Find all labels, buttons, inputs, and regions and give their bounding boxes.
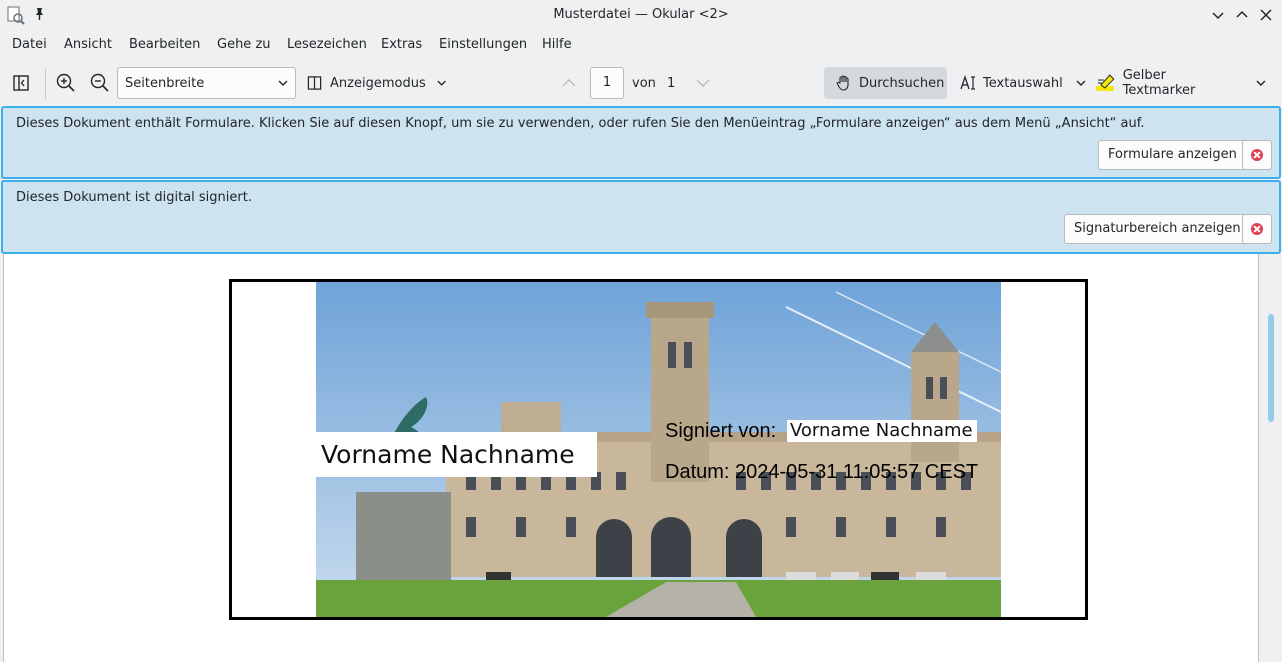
chevron-down-icon (437, 80, 446, 86)
highlighter-icon (1095, 74, 1115, 91)
forms-banner-message: Dieses Dokument enthält Formulare. Klick… (16, 116, 1145, 131)
page-of-label: von (632, 75, 656, 91)
zoom-in-button[interactable] (56, 67, 80, 99)
menu-extras[interactable]: Extras (381, 37, 422, 52)
menu-datei[interactable]: Datei (12, 37, 47, 52)
zoom-out-icon (90, 73, 109, 92)
name-form-field[interactable]: Vorname Nachname (316, 432, 597, 477)
sidebar-icon (13, 75, 29, 91)
menu-gehe-zu[interactable]: Gehe zu (217, 37, 271, 52)
zoom-mode-value: Seitenbreite (125, 75, 205, 91)
close-window-icon[interactable] (1257, 6, 1275, 24)
view-mode-button[interactable]: Anzeigemodus (307, 67, 447, 99)
zoom-in-icon (56, 73, 75, 92)
menu-hilfe[interactable]: Hilfe (542, 37, 572, 52)
signature-banner: Dieses Dokument ist digital signiert. Si… (1, 180, 1281, 254)
text-select-button[interactable]: Textauswahl (959, 67, 1087, 99)
scrollbar-thumb[interactable] (1268, 314, 1274, 422)
title-bar: Musterdatei — Okular <2> (0, 0, 1282, 30)
text-select-label: Textauswahl (983, 75, 1063, 91)
chevron-down-icon (278, 80, 288, 86)
show-signatures-button[interactable]: Signaturbereich anzeigen (1064, 214, 1251, 244)
highlighter-label: Gelber Textmarker (1122, 68, 1196, 98)
maximize-icon[interactable] (1233, 6, 1251, 24)
zoom-out-button[interactable] (90, 67, 114, 99)
close-icon (1251, 223, 1263, 235)
signer-name-field[interactable]: Vorname Nachname (787, 420, 977, 442)
text-select-icon (960, 74, 975, 90)
next-page-button[interactable] (694, 67, 714, 99)
hand-icon (836, 75, 849, 91)
zoom-mode-select[interactable]: Seitenbreite (117, 67, 296, 99)
show-forms-button[interactable]: Formulare anzeigen (1098, 140, 1247, 170)
page-number-input[interactable]: 1 (590, 67, 624, 99)
highlighter-button[interactable]: Gelber Textmarker (1095, 67, 1267, 99)
sidebar-toggle-button[interactable] (12, 67, 36, 99)
toolbar-separator (45, 68, 46, 100)
chevron-down-icon (1256, 80, 1266, 86)
vertical-scrollbar[interactable] (1258, 254, 1282, 662)
menu-bearbeiten[interactable]: Bearbeiten (129, 37, 200, 52)
browse-tool-label: Durchsuchen (859, 75, 945, 91)
chevron-down-icon (696, 79, 710, 87)
menu-lesezeichen[interactable]: Lesezeichen (287, 37, 367, 52)
menu-bar: Datei Ansicht Bearbeiten Gehe zu Lesezei… (0, 31, 1282, 59)
signature-date-line: Datum: 2024-05-31 11:05:57 CEST (665, 461, 979, 483)
signed-by-label: Signiert von: (665, 420, 777, 442)
view-mode-icon (307, 76, 322, 90)
close-icon (1251, 149, 1263, 161)
chevron-down-icon (1076, 80, 1086, 86)
menu-einstellungen[interactable]: Einstellungen (439, 37, 527, 52)
minimize-icon[interactable] (1209, 6, 1227, 24)
browse-tool-button[interactable]: Durchsuchen (824, 67, 947, 99)
previous-page-button[interactable] (560, 67, 580, 99)
close-signature-banner-button[interactable] (1242, 214, 1272, 244)
chevron-up-icon (562, 79, 576, 87)
menu-ansicht[interactable]: Ansicht (64, 37, 112, 52)
close-forms-banner-button[interactable] (1242, 140, 1272, 170)
window-title: Musterdatei — Okular <2> (553, 7, 729, 22)
total-pages-label: 1 (667, 75, 676, 91)
signature-banner-message: Dieses Dokument ist digital signiert. (16, 190, 252, 205)
main-toolbar: Seitenbreite Anzeigemodus 1 von 1 Durchs… (0, 62, 1282, 106)
forms-banner: Dieses Dokument enthält Formulare. Klick… (1, 106, 1281, 179)
view-mode-label: Anzeigemodus (330, 75, 426, 91)
